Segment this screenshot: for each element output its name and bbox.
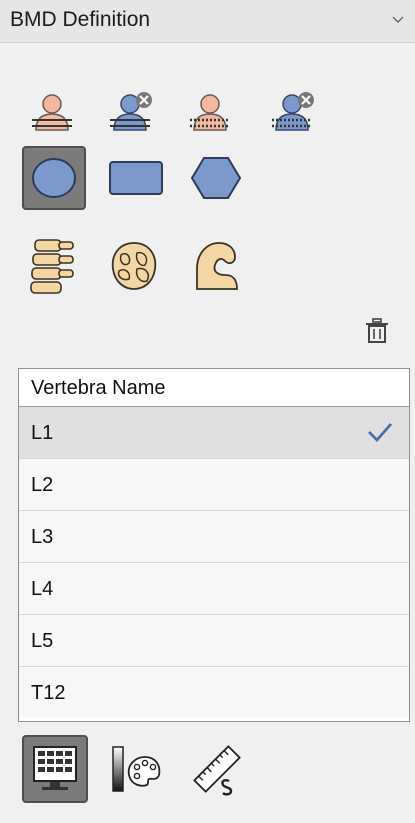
checkmark-icon bbox=[368, 423, 393, 443]
panel-header[interactable]: BMD Definition bbox=[0, 0, 415, 43]
person-blue-remove-lines-button[interactable] bbox=[100, 82, 164, 146]
row-label: L4 bbox=[31, 578, 54, 600]
person-blue-remove-dotted-button[interactable] bbox=[262, 82, 326, 146]
row-label: L1 bbox=[31, 422, 54, 444]
table-header-vertebra-name[interactable]: Vertebra Name bbox=[19, 369, 409, 407]
row-label: L3 bbox=[31, 526, 54, 548]
panel-title: BMD Definition bbox=[10, 8, 151, 31]
bottom-toolbar bbox=[0, 735, 415, 823]
vertebra-table: Vertebra Name L1 L2 L3 L4 L5 T12 bbox=[18, 368, 410, 722]
ruler-scale-button[interactable] bbox=[184, 735, 250, 803]
row-label: T12 bbox=[31, 682, 66, 704]
table-row[interactable]: L2 bbox=[19, 459, 409, 511]
rectangle-roi-button[interactable] bbox=[104, 146, 168, 210]
person-blue-remove-lines-icon bbox=[110, 92, 152, 131]
chevron-down-icon[interactable] bbox=[391, 12, 405, 26]
table-row[interactable]: L1 bbox=[19, 407, 409, 459]
rectangle-roi-icon bbox=[109, 161, 163, 195]
monitor-grid-button[interactable] bbox=[22, 735, 88, 803]
trash-icon[interactable] bbox=[362, 316, 392, 346]
color-palette-icon bbox=[112, 746, 161, 792]
ellipse-roi-button[interactable] bbox=[22, 146, 86, 210]
row-label: L2 bbox=[31, 474, 54, 496]
person-blue-remove-dotted-icon bbox=[272, 92, 314, 131]
table-row[interactable]: L4 bbox=[19, 563, 409, 615]
hexagon-roi-button[interactable] bbox=[184, 146, 248, 210]
spine-icon bbox=[30, 239, 74, 294]
hexagon-roi-icon bbox=[190, 157, 242, 199]
color-palette-button[interactable] bbox=[104, 735, 170, 803]
person-pink-lines-button[interactable] bbox=[20, 82, 84, 146]
monitor-grid-icon bbox=[33, 746, 77, 790]
pelvis-icon bbox=[111, 242, 157, 290]
muscle-arm-button[interactable] bbox=[184, 234, 248, 298]
table-row[interactable]: L5 bbox=[19, 615, 409, 667]
table-row[interactable]: L3 bbox=[19, 511, 409, 563]
person-pink-dotted-icon bbox=[190, 94, 230, 131]
ruler-scale-icon bbox=[193, 745, 241, 796]
person-pink-lines-icon bbox=[32, 94, 72, 131]
spine-button[interactable] bbox=[20, 234, 84, 298]
row-label: L5 bbox=[31, 630, 54, 652]
pelvis-button[interactable] bbox=[102, 234, 166, 298]
person-pink-dotted-button[interactable] bbox=[178, 82, 242, 146]
ellipse-roi-icon bbox=[32, 158, 76, 198]
muscle-arm-icon bbox=[196, 242, 238, 290]
table-row[interactable]: T12 bbox=[19, 667, 409, 717]
